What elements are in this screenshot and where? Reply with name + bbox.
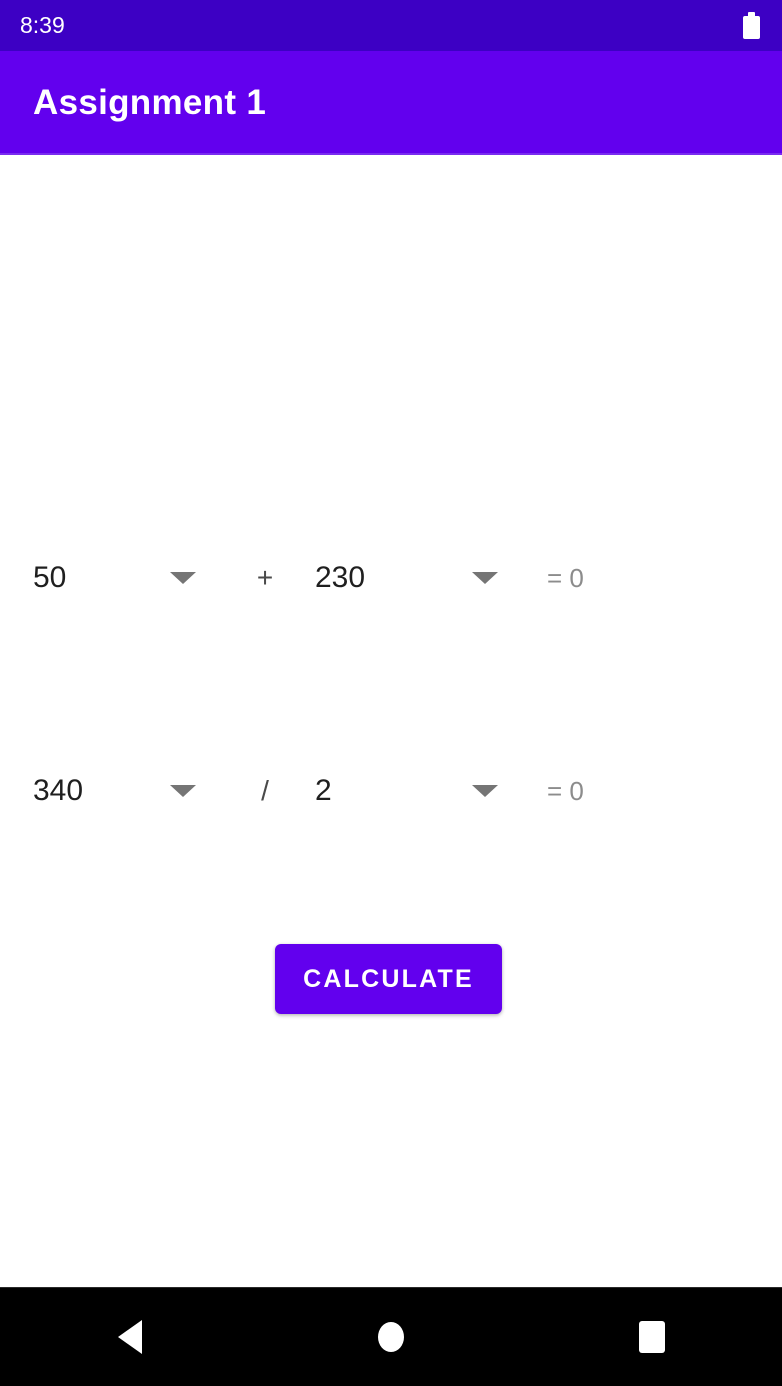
- operand-b-value[interactable]: 230: [315, 563, 415, 593]
- chevron-down-icon: [170, 785, 196, 797]
- chevron-down-icon: [472, 785, 498, 797]
- operand-a-value[interactable]: 340: [33, 776, 133, 806]
- operand-b-spinner[interactable]: [453, 785, 517, 797]
- triangle-back-icon: [118, 1320, 143, 1354]
- operand-b-spinner[interactable]: [453, 572, 517, 584]
- calculation-row: 340 / 2 = 0: [0, 763, 782, 819]
- operand-b-value[interactable]: 2: [315, 776, 415, 806]
- status-bar: 8:39: [0, 0, 782, 51]
- result-value: = 0: [547, 563, 584, 593]
- circle-home-icon: [377, 1322, 404, 1352]
- operand-a-spinner[interactable]: [151, 572, 215, 584]
- nav-back-button[interactable]: [70, 1288, 190, 1386]
- battery-full-icon: [743, 12, 760, 39]
- nav-recents-button[interactable]: [592, 1288, 712, 1386]
- app-bar: Assignment 1: [0, 51, 782, 155]
- chevron-down-icon: [170, 572, 196, 584]
- page-title: Assignment 1: [33, 82, 267, 122]
- android-navigation-bar: [0, 1287, 782, 1386]
- result-value: = 0: [547, 776, 584, 806]
- square-recents-icon: [638, 1321, 665, 1353]
- phone-screen: 8:39 Assignment 1 50 + 230 = 0 340 / 2 =…: [0, 0, 782, 1386]
- nav-home-button[interactable]: [331, 1288, 451, 1386]
- operand-a-spinner[interactable]: [151, 785, 215, 797]
- operator-symbol: +: [256, 562, 274, 593]
- calculation-row: 50 + 230 = 0: [0, 550, 782, 606]
- chevron-down-icon: [472, 572, 498, 584]
- status-bar-clock: 8:39: [20, 12, 65, 38]
- main-content: 50 + 230 = 0 340 / 2 = 0 CALCULATE: [0, 155, 782, 1287]
- status-bar-icons: [743, 12, 760, 39]
- operand-a-value[interactable]: 50: [33, 563, 133, 593]
- calculate-button[interactable]: CALCULATE: [275, 944, 502, 1014]
- operator-symbol: /: [261, 775, 269, 806]
